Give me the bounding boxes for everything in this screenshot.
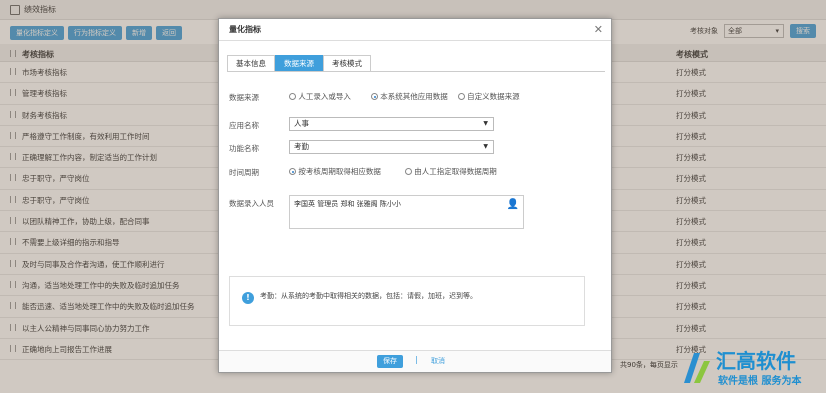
source-row: 数据来源 人工录入或导入 本系统其他应用数据 自定义数据来源	[229, 91, 528, 103]
dialog-header: 量化指标 ✕	[219, 19, 611, 41]
func-select-value: 考勤	[294, 142, 309, 151]
quant-indicator-dialog: 量化指标 ✕ 基本信息 数据来源 考核模式 数据来源 人工录入或导入 本系统其他…	[218, 18, 612, 373]
close-icon[interactable]: ✕	[594, 19, 603, 41]
period-label: 时间周期	[229, 168, 259, 177]
cancel-button[interactable]: 取消	[431, 356, 445, 366]
period-option-cycle[interactable]: 按考核周期取得相应数据	[289, 166, 381, 177]
save-button[interactable]: 保存	[377, 355, 403, 368]
tab-basic-info[interactable]: 基本信息	[227, 55, 275, 71]
tab-assess-mode[interactable]: 考核模式	[323, 55, 371, 71]
caret-down-icon: ▼	[483, 143, 488, 150]
info-box: ! 考勤：从系统的考勤中取得相关的数据，包括：请假，加班，迟到等。	[229, 276, 585, 326]
dialog-footer: 保存 | 取消	[219, 350, 611, 372]
func-label: 功能名称	[229, 144, 259, 153]
source-option-system[interactable]: 本系统其他应用数据	[371, 91, 448, 102]
dialog-title: 量化指标	[229, 25, 261, 34]
brand-slogan: 软件是根 服务为本	[718, 376, 802, 387]
radio-icon	[458, 93, 466, 100]
app-label: 应用名称	[229, 121, 259, 130]
app-select[interactable]: 人事 ▼	[289, 117, 494, 131]
source-option-label: 自定义数据来源	[467, 92, 520, 101]
info-text: 考勤：从系统的考勤中取得相关的数据，包括：请假，加班，迟到等。	[260, 292, 477, 300]
radio-checked-icon	[371, 93, 379, 100]
radio-icon	[405, 168, 413, 175]
caret-down-icon: ▼	[483, 120, 488, 127]
app-select-value: 人事	[294, 119, 309, 128]
radio-checked-icon	[289, 168, 297, 175]
watermark-logo: 汇高软件 软件是根 服务为本	[676, 343, 826, 393]
divider: |	[415, 355, 418, 364]
brand-name: 汇高软件	[716, 349, 796, 373]
dialog-tabs: 基本信息 数据来源 考核模式	[227, 55, 605, 72]
add-user-icon[interactable]: 👤	[507, 199, 519, 210]
period-option-label: 按考核周期取得相应数据	[298, 167, 381, 176]
entry-users-value: 李国英 管理员 郑和 张雅阁 陈小小	[294, 200, 401, 208]
period-option-manual[interactable]: 由人工指定取得数据周期	[405, 166, 497, 177]
source-option-label: 本系统其他应用数据	[380, 92, 448, 101]
source-option-label: 人工录入或导入	[298, 92, 351, 101]
source-option-manual[interactable]: 人工录入或导入	[289, 91, 351, 102]
brand-logo-icon	[684, 353, 710, 383]
period-option-label: 由人工指定取得数据周期	[414, 167, 497, 176]
entry-label: 数据录入人员	[229, 199, 274, 208]
func-select[interactable]: 考勤 ▼	[289, 140, 494, 154]
tab-data-source[interactable]: 数据来源	[275, 55, 323, 71]
period-row: 时间周期 按考核周期取得相应数据 由人工指定取得数据周期	[229, 166, 505, 178]
source-label: 数据来源	[229, 93, 259, 102]
entry-users-field[interactable]: 李国英 管理员 郑和 张雅阁 陈小小 👤	[289, 195, 524, 229]
radio-icon	[289, 93, 297, 100]
source-option-custom[interactable]: 自定义数据来源	[458, 91, 520, 102]
info-icon: !	[242, 292, 254, 304]
